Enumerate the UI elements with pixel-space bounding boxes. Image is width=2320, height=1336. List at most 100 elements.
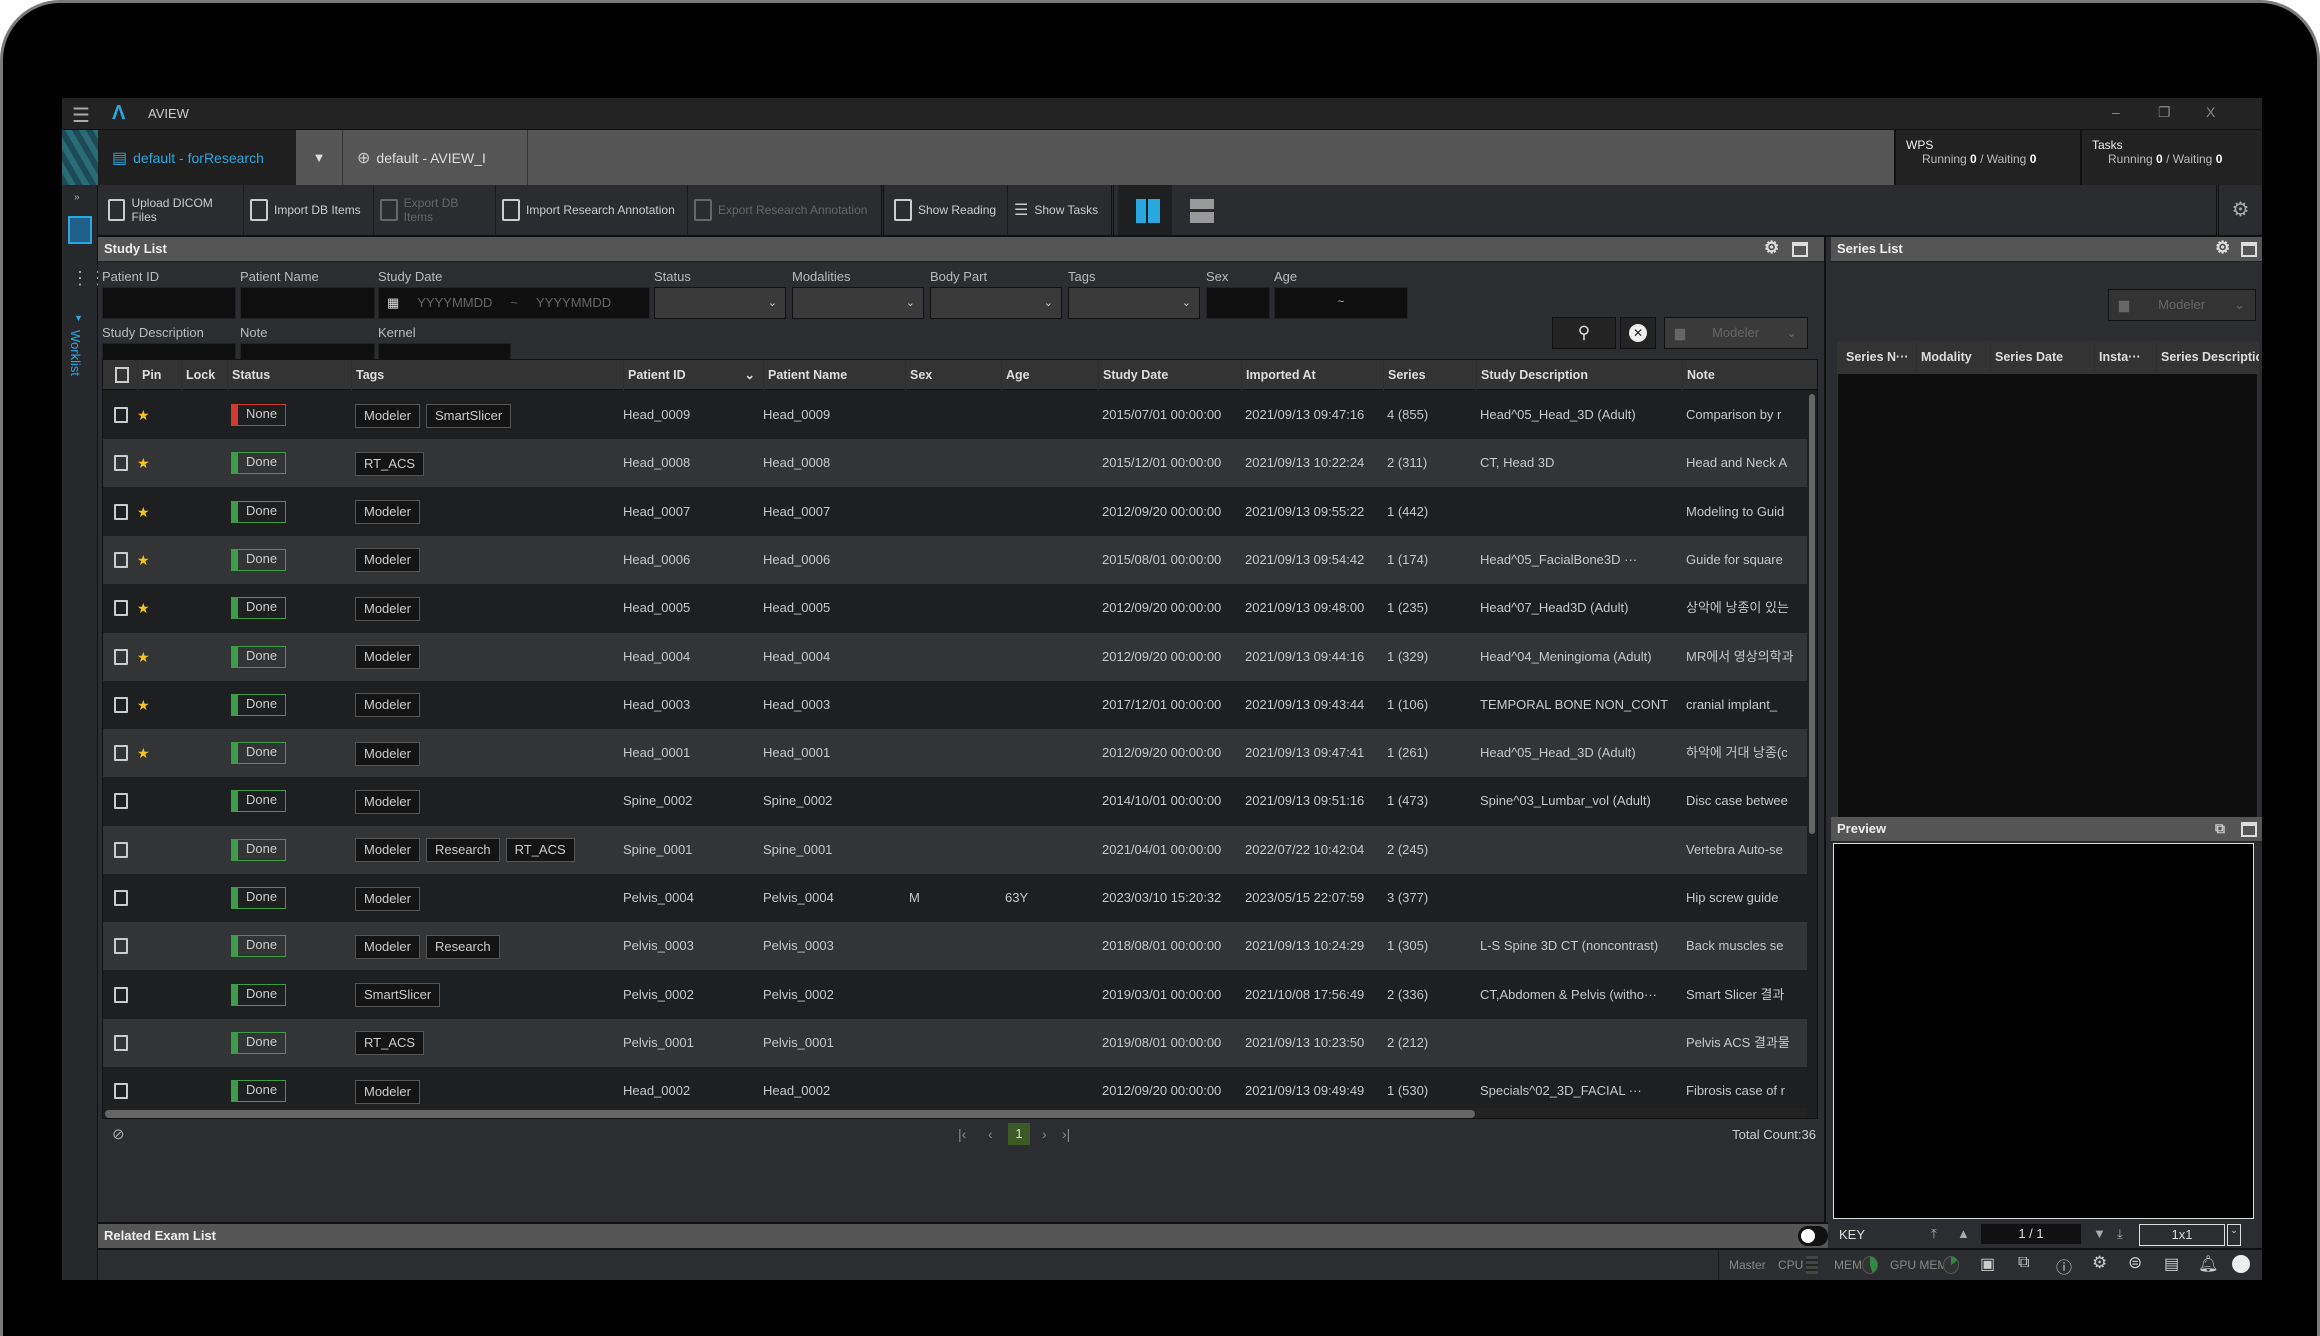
row-checkbox[interactable] xyxy=(114,600,128,617)
row-checkbox[interactable] xyxy=(114,793,128,810)
tag-chip[interactable]: Modeler xyxy=(355,934,420,959)
table-row[interactable]: ★ Done Modeler Head_0001 Head_0001 2012/09/20… xyxy=(103,729,1807,778)
table-row[interactable]: Done Modeler Research Pelvis_0003 Pelvis_000… xyxy=(103,922,1807,971)
related-exam-toggle[interactable] xyxy=(1798,1226,1828,1246)
study-date-range-input[interactable]: ▦ YYYYMMDD ~ YYYYMMDD xyxy=(378,287,650,319)
pin-star-icon[interactable]: ★ xyxy=(137,439,150,487)
column-header-study-date[interactable]: Study Date xyxy=(1098,360,1168,390)
row-checkbox[interactable] xyxy=(114,1034,128,1051)
select-all-checkbox[interactable] xyxy=(115,367,129,383)
upload-dicom-button[interactable]: Upload DICOM Files xyxy=(102,185,244,235)
pin-star-icon[interactable]: ★ xyxy=(137,681,150,729)
tag-chip[interactable]: Modeler xyxy=(355,645,420,670)
tags-select[interactable]: ⌄ xyxy=(1068,287,1200,319)
tag-chip[interactable]: Research xyxy=(425,934,500,959)
worklist-list-icon[interactable] xyxy=(68,216,92,244)
restore-button[interactable]: ❐ xyxy=(2158,104,2171,121)
tag-chip[interactable]: Modeler xyxy=(355,741,420,766)
modeler-select[interactable]: ▆ Modeler ⌄ xyxy=(1664,317,1808,349)
row-checkbox[interactable] xyxy=(114,841,128,858)
body-part-select[interactable]: ⌄ xyxy=(930,287,1062,319)
column-header-note[interactable]: Note xyxy=(1682,360,1715,390)
horizontal-scrollbar[interactable] xyxy=(105,1110,1475,1118)
vertical-scrollbar[interactable] xyxy=(1809,394,1815,834)
row-checkbox[interactable] xyxy=(114,938,128,955)
series-modeler-select[interactable]: ▆ Modeler ⌄ xyxy=(2108,289,2256,321)
log-icon[interactable]: ▤ xyxy=(2164,1254,2179,1274)
row-checkbox[interactable] xyxy=(114,696,128,713)
table-row[interactable]: Done Modeler Spine_0002 Spine_0002 2014/10/0… xyxy=(103,777,1807,826)
tag-chip[interactable]: SmartSlicer xyxy=(355,983,441,1008)
table-row[interactable]: Done Modeler Research RT_ACS Spine_0001 Spine… xyxy=(103,825,1807,874)
export-db-button[interactable]: Export DB Items xyxy=(374,185,496,235)
tag-chip[interactable]: Modeler xyxy=(355,596,420,621)
column-header-series[interactable]: Series xyxy=(1383,360,1426,390)
tag-chip[interactable]: Modeler xyxy=(355,693,420,718)
next-image-icon[interactable]: ▼ xyxy=(2093,1226,2106,1241)
last-image-icon[interactable]: ⤓ xyxy=(2117,1226,2123,1242)
expand-rail-icon[interactable]: » xyxy=(74,192,80,203)
prev-page-button[interactable]: ‹ xyxy=(988,1126,993,1142)
table-row[interactable]: ★ Done Modeler Head_0005 Head_0005 2012/09/20… xyxy=(103,584,1807,633)
tag-chip[interactable]: RT_ACS xyxy=(355,1031,425,1056)
pin-star-icon[interactable]: ★ xyxy=(137,633,150,681)
current-page-button[interactable]: 1 xyxy=(1008,1123,1030,1145)
calendar-icon[interactable]: ▦ xyxy=(387,295,399,311)
tag-chip[interactable]: Research xyxy=(425,838,500,863)
table-row[interactable]: Done RT_ACS Pelvis_0001 Pelvis_0001 2019/08/… xyxy=(103,1018,1807,1067)
pin-star-icon[interactable]: ★ xyxy=(137,488,150,536)
tag-chip[interactable]: Modeler xyxy=(355,1079,420,1104)
maximize-panel-icon[interactable] xyxy=(1792,242,1808,257)
first-page-button[interactable]: |‹ xyxy=(958,1126,966,1142)
column-header-series-number[interactable]: Series N··· xyxy=(1842,342,1909,372)
column-header-modality[interactable]: Modality xyxy=(1916,342,1972,372)
clipboard-icon[interactable]: ⧉ xyxy=(2018,1254,2029,1272)
pin-star-icon[interactable]: ★ xyxy=(137,536,150,584)
tab-default-forresearch[interactable]: ▤ default - forResearch xyxy=(98,130,296,185)
tag-chip[interactable]: Modeler xyxy=(355,500,420,525)
next-page-button[interactable]: › xyxy=(1042,1126,1047,1142)
pin-star-icon[interactable]: ★ xyxy=(137,584,150,632)
row-checkbox[interactable] xyxy=(114,1083,128,1100)
row-checkbox[interactable] xyxy=(114,986,128,1003)
table-row[interactable]: Done SmartSlicer Pelvis_0002 Pelvis_0002 201… xyxy=(103,970,1807,1019)
age-range-input[interactable]: ~ xyxy=(1274,287,1408,319)
column-header-patient-id[interactable]: Patient ID ⌄ xyxy=(623,360,763,390)
row-checkbox[interactable] xyxy=(114,890,128,906)
tab-dropdown-button[interactable]: ▼ xyxy=(296,130,343,185)
pin-star-icon[interactable]: ★ xyxy=(137,391,150,439)
sex-input[interactable] xyxy=(1206,287,1270,319)
screen-share-icon[interactable]: ▣ xyxy=(1980,1254,1995,1274)
table-row[interactable]: ★ Done RT_ACS Head_0008 Head_0008 2015/12/01 … xyxy=(103,439,1807,488)
layout-split-button[interactable] xyxy=(1118,185,1172,235)
modalities-select[interactable]: ⌄ xyxy=(792,287,924,319)
bell-icon[interactable]: 🔔︎ xyxy=(2198,1254,2218,1274)
minimize-button[interactable]: – xyxy=(2112,104,2120,120)
column-header-tags[interactable]: Tags xyxy=(351,360,384,390)
import-research-annotation-button[interactable]: Import Research Annotation xyxy=(496,185,688,235)
tab-default-aview[interactable]: ⊕ default - AVIEW_I xyxy=(343,130,528,185)
column-header-status[interactable]: Status xyxy=(227,360,270,390)
tag-chip[interactable]: SmartSlicer xyxy=(425,403,512,428)
row-checkbox[interactable] xyxy=(114,648,128,665)
row-checkbox[interactable] xyxy=(114,551,128,568)
export-research-annotation-button[interactable]: Export Research Annotation xyxy=(688,185,884,235)
worklist-rail-label[interactable]: Worklist xyxy=(68,330,83,376)
auto-refresh-off-icon[interactable]: ⊘ xyxy=(112,1125,125,1143)
copy-clipboard-icon[interactable]: ⧉ xyxy=(2215,820,2225,837)
hamburger-menu-icon[interactable]: ☰ xyxy=(72,103,90,128)
table-row[interactable]: ★ None Modeler SmartSlicer Head_0009 Head_000… xyxy=(103,391,1807,439)
tag-chip[interactable]: Modeler xyxy=(355,886,420,911)
patient-id-input[interactable] xyxy=(102,287,236,319)
tag-chip[interactable]: Modeler xyxy=(355,838,420,863)
close-button[interactable]: X xyxy=(2206,104,2215,120)
show-tasks-button[interactable]: ☰ Show Tasks xyxy=(1008,185,1114,235)
row-checkbox[interactable] xyxy=(114,745,128,762)
sync-icon[interactable]: ⊜ xyxy=(2128,1253,2142,1273)
tag-chip[interactable]: Modeler xyxy=(355,789,420,814)
layout-grid-button[interactable] xyxy=(1174,185,1228,235)
table-row[interactable]: ★ Done Modeler Head_0006 Head_0006 2015/08/01… xyxy=(103,535,1807,584)
user-avatar-icon[interactable] xyxy=(2232,1255,2250,1273)
column-header-pin[interactable]: Pin xyxy=(137,360,161,390)
info-icon[interactable]: ⓘ xyxy=(2056,1254,2072,1278)
